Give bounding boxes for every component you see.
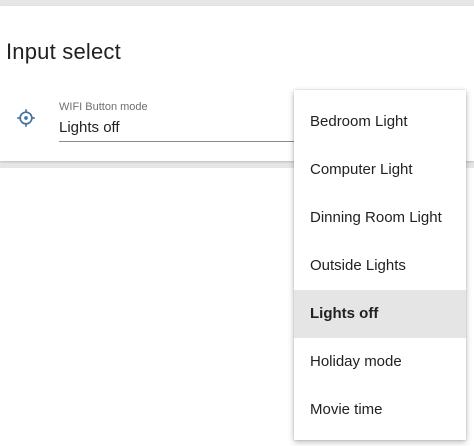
card-title: Input select <box>6 39 121 64</box>
dropdown-option-computer-light[interactable]: Computer Light <box>294 146 466 194</box>
select-underline <box>59 141 295 142</box>
dropdown-option-holiday-mode[interactable]: Holiday mode <box>294 338 466 386</box>
field-label: WIFI Button mode <box>59 101 148 113</box>
crosshair-icon <box>17 109 35 127</box>
select-value[interactable]: Lights off <box>59 119 120 136</box>
dropdown-option-movie-time[interactable]: Movie time <box>294 386 466 434</box>
dropdown-option-outside-lights[interactable]: Outside Lights <box>294 242 466 290</box>
dropdown-option-dinning-room-light[interactable]: Dinning Room Light <box>294 194 466 242</box>
dropdown-menu[interactable]: Bedroom Light Computer Light Dinning Roo… <box>294 90 466 440</box>
page: Input select WIFI Button mode Lights off… <box>0 0 474 446</box>
dropdown-option-lights-off[interactable]: Lights off <box>294 290 466 338</box>
dropdown-option-bedroom-light[interactable]: Bedroom Light <box>294 98 466 146</box>
